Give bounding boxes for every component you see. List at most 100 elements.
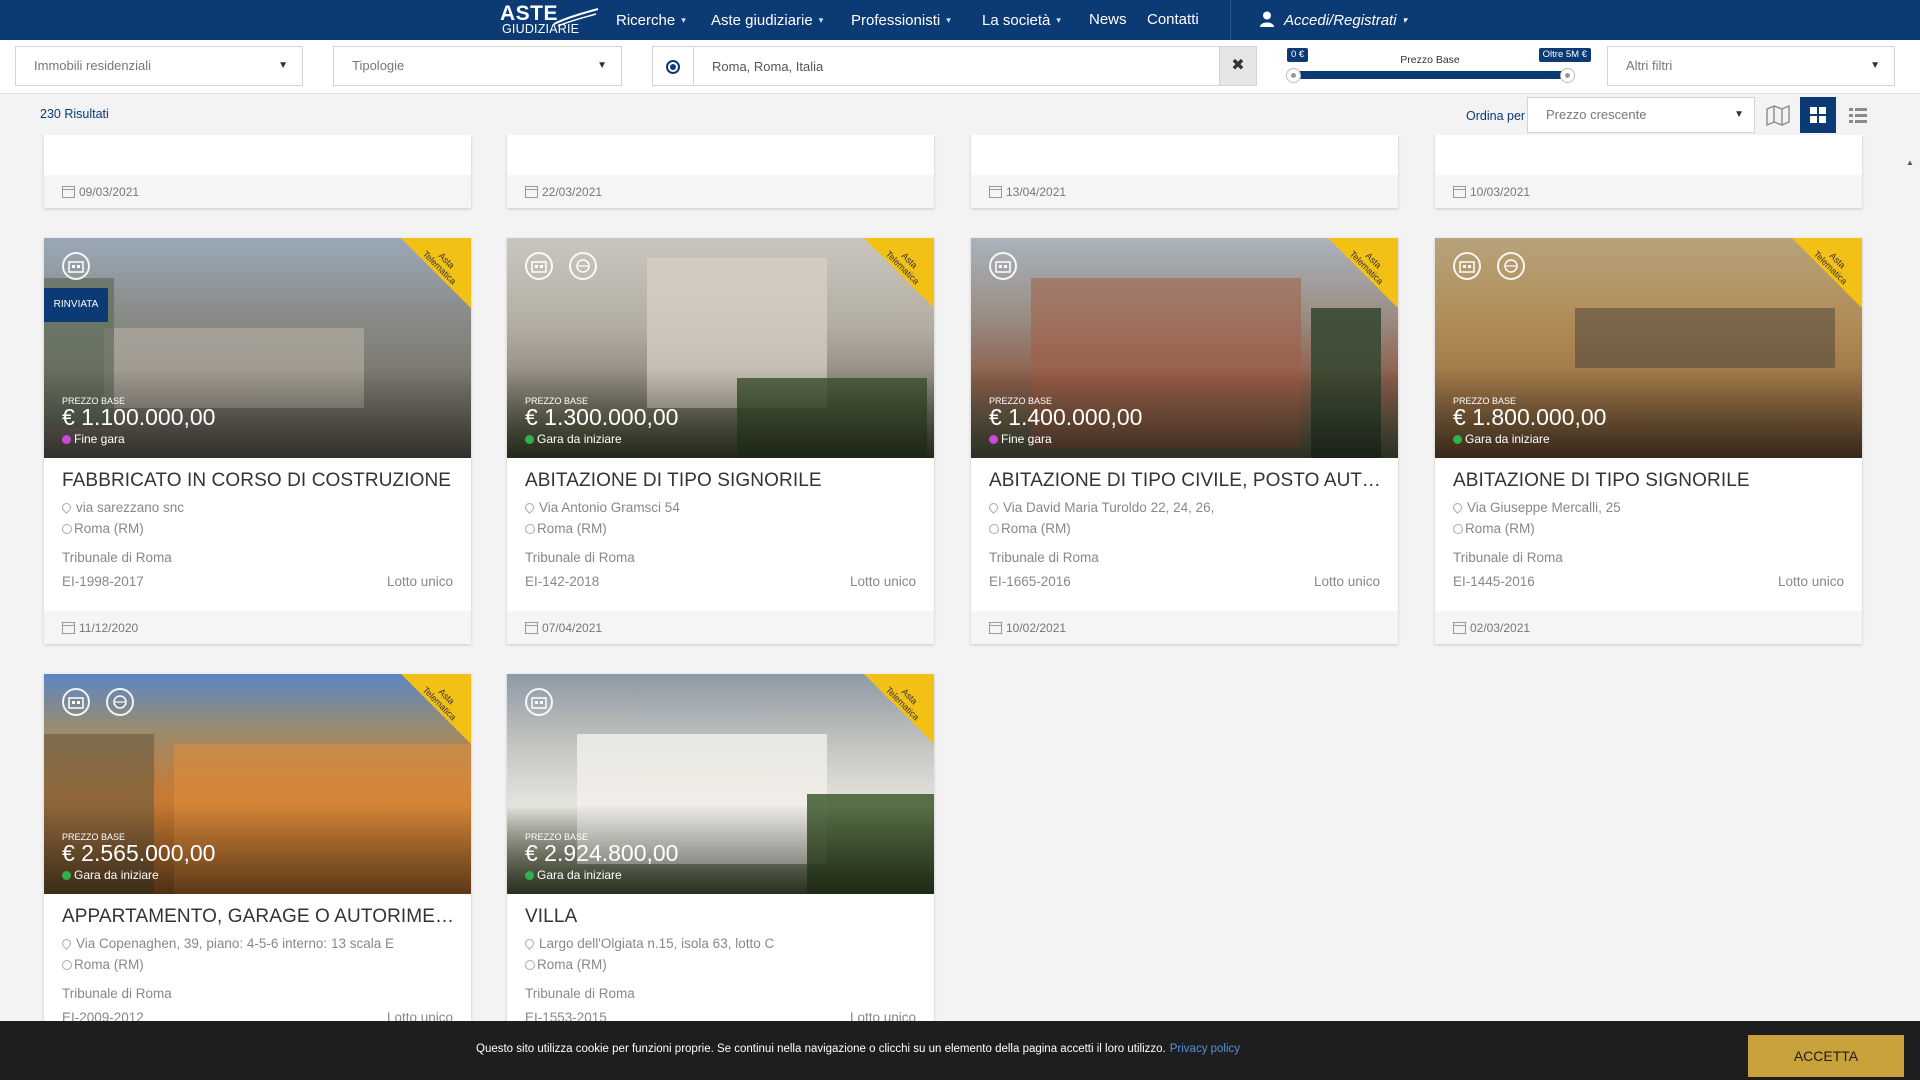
- status-label: Fine gara: [1001, 432, 1052, 446]
- result-card[interactable]: 09/03/2021: [44, 135, 471, 208]
- result-card[interactable]: Asta Telematica PREZZO BASE € 1.400.000,…: [971, 238, 1398, 644]
- address-text: Largo dell'Olgiata n.15, isola 63, lotto…: [539, 936, 775, 951]
- grid-view-button[interactable]: [1800, 97, 1836, 133]
- property-photo[interactable]: Asta Telematica RINVIATA PREZZO BASE € 1…: [44, 238, 471, 458]
- 360-tour-icon[interactable]: [106, 688, 134, 716]
- nav-item-ricerche[interactable]: Ricerche ▾: [616, 0, 686, 40]
- result-card[interactable]: Asta Telematica PREZZO BASE € 1.800.000,…: [1435, 238, 1862, 644]
- rinviata-badge: RINVIATA: [44, 288, 108, 322]
- calendar-icon: [62, 186, 75, 198]
- card-title[interactable]: ABITAZIONE DI TIPO SIGNORILE: [1453, 470, 1845, 492]
- grid-icon: [1810, 107, 1826, 123]
- asta-telematica-ribbon: Asta Telematica: [864, 238, 934, 308]
- 360-tour-icon[interactable]: [569, 252, 597, 280]
- login-register-link[interactable]: Accedi/Registrati ▾: [1260, 0, 1407, 40]
- order-by-label: Ordina per: [1466, 109, 1526, 123]
- order-by-select[interactable]: Prezzo crescente ▼: [1527, 97, 1755, 133]
- top-navbar: ASTE GIUDIZIARIE Ricerche ▾ Aste giudizia…: [0, 0, 1920, 40]
- ribbon-label: Asta Telematica: [420, 248, 459, 287]
- card-title[interactable]: APPARTAMENTO, GARAGE O AUTORIMESSA: [62, 906, 454, 928]
- card-footer: 07/04/2021: [507, 611, 934, 644]
- ribbon-label: Asta Telematica: [883, 248, 922, 287]
- card-title[interactable]: ABITAZIONE DI TIPO CIVILE, POSTO AUTO SC…: [989, 470, 1381, 492]
- map-pin-icon: [60, 501, 73, 514]
- property-photo[interactable]: Asta Telematica PREZZO BASE € 1.400.000,…: [971, 238, 1398, 458]
- chevron-down-icon: ▾: [946, 15, 951, 25]
- property-photo[interactable]: Asta Telematica PREZZO BASE € 1.800.000,…: [1435, 238, 1862, 458]
- map-icon: [1766, 104, 1790, 127]
- card-title[interactable]: ABITAZIONE DI TIPO SIGNORILE: [525, 470, 917, 492]
- ribbon-label: Asta Telematica: [1347, 248, 1386, 287]
- chevron-down-icon: ▾: [1056, 15, 1061, 25]
- clear-location-button[interactable]: ✖: [1219, 46, 1257, 86]
- auction-status: Gara da iniziare: [1453, 432, 1550, 446]
- dropdown-arrow-icon: ▼: [597, 60, 607, 71]
- card-court: Tribunale di Roma: [1453, 550, 1563, 565]
- scroll-up-arrow-icon[interactable]: ▲: [1906, 158, 1914, 167]
- result-card[interactable]: 13/04/2021: [971, 135, 1398, 208]
- property-photo[interactable]: Asta Telematica PREZZO BASE € 1.300.000,…: [507, 238, 934, 458]
- card-city: Roma (RM): [62, 957, 144, 972]
- privacy-policy-link[interactable]: Privacy policy: [1170, 1043, 1240, 1055]
- property-photo[interactable]: Asta Telematica PREZZO BASE € 2.565.000,…: [44, 674, 471, 894]
- status-dot: [62, 871, 71, 880]
- asta-telematica-ribbon: Asta Telematica: [401, 238, 471, 308]
- card-lot: Lotto unico: [386, 1010, 453, 1021]
- nav-item-professionisti[interactable]: Professionisti ▾: [851, 0, 951, 40]
- more-filters-select[interactable]: Altri filtri ▼: [1607, 46, 1895, 86]
- cookie-banner: Questo sito utilizza cookie per funzioni…: [0, 1021, 1920, 1080]
- card-title[interactable]: VILLA: [525, 906, 917, 928]
- card-city: Roma (RM): [1453, 521, 1535, 536]
- result-card[interactable]: Asta Telematica PREZZO BASE € 2.565.000,…: [44, 674, 471, 1021]
- typology-select[interactable]: Tipologie ▼: [333, 46, 622, 86]
- status-label: Gara da iniziare: [537, 432, 622, 446]
- card-date: 07/04/2021: [525, 621, 602, 635]
- card-procedure: EI-1553-2015: [525, 1010, 607, 1021]
- cookie-message: Questo sito utilizza cookie per funzioni…: [476, 1043, 1240, 1055]
- dropdown-arrow-icon: ▼: [278, 60, 288, 71]
- result-card[interactable]: Asta Telematica RINVIATA PREZZO BASE € 1…: [44, 238, 471, 644]
- nav-item-aste-giudiziarie[interactable]: Aste giudiziarie ▾: [711, 0, 823, 40]
- location-search-input[interactable]: [693, 46, 1220, 86]
- result-card[interactable]: Asta Telematica PREZZO BASE € 1.300.000,…: [507, 238, 934, 644]
- close-icon: ✖: [1231, 57, 1245, 74]
- category-select[interactable]: Immobili residenziali ▼: [15, 46, 303, 86]
- nav-item-la-societa[interactable]: La società ▾: [982, 0, 1061, 40]
- accept-cookies-button[interactable]: ACCETTA: [1748, 1035, 1904, 1077]
- site-logo[interactable]: ASTE GIUDIZIARIE: [500, 3, 600, 37]
- nav-item-label: Contatti: [1147, 11, 1199, 28]
- card-city: Roma (RM): [525, 521, 607, 536]
- filter-bar: Immobili residenziali ▼ Tipologie ▼ ✖ Al…: [0, 40, 1920, 94]
- price-slider-track[interactable]: [1293, 71, 1567, 79]
- card-date-value: 10/02/2021: [1006, 621, 1067, 635]
- status-dot: [525, 435, 534, 444]
- nav-item-contatti[interactable]: Contatti: [1147, 0, 1199, 40]
- price-max-handle[interactable]: [1559, 68, 1575, 83]
- auction-status: Gara da iniziare: [525, 868, 622, 882]
- result-card[interactable]: 10/03/2021: [1435, 135, 1862, 208]
- card-address: Via David Maria Turoldo 22, 24, 26,: [987, 500, 1214, 515]
- building-icon: [525, 252, 553, 280]
- base-price-value: € 1.400.000,00: [989, 404, 1143, 430]
- card-date-value: 02/03/2021: [1470, 621, 1531, 635]
- nav-item-news[interactable]: News: [1089, 0, 1127, 40]
- geolocate-button[interactable]: [652, 46, 694, 86]
- card-title[interactable]: FABBRICATO IN CORSO DI COSTRUZIONE: [62, 470, 454, 492]
- price-min-handle[interactable]: [1285, 68, 1301, 83]
- typology-select-value: Tipologie: [352, 58, 405, 73]
- results-toolbar: 230 Risultati Ordina per Prezzo crescent…: [0, 95, 1920, 135]
- map-view-button[interactable]: [1760, 97, 1796, 133]
- list-view-button[interactable]: [1840, 97, 1876, 133]
- building-icon: [1453, 252, 1481, 280]
- result-card[interactable]: 22/03/2021: [507, 135, 934, 208]
- chevron-down-icon: ▾: [681, 15, 686, 25]
- building-icon: [525, 688, 553, 716]
- 360-tour-icon[interactable]: [1497, 252, 1525, 280]
- logo-line-2: GIUDIZIARIE: [502, 22, 580, 36]
- property-photo[interactable]: Asta Telematica PREZZO BASE € 2.924.800,…: [507, 674, 934, 894]
- result-card[interactable]: Asta Telematica PREZZO BASE € 2.924.800,…: [507, 674, 934, 1021]
- card-date: 11/12/2020: [62, 621, 138, 635]
- card-date-value: 10/03/2021: [1470, 185, 1531, 199]
- address-text: Via Giuseppe Mercalli, 25: [1467, 500, 1621, 515]
- city-text: Roma (RM): [1001, 521, 1071, 536]
